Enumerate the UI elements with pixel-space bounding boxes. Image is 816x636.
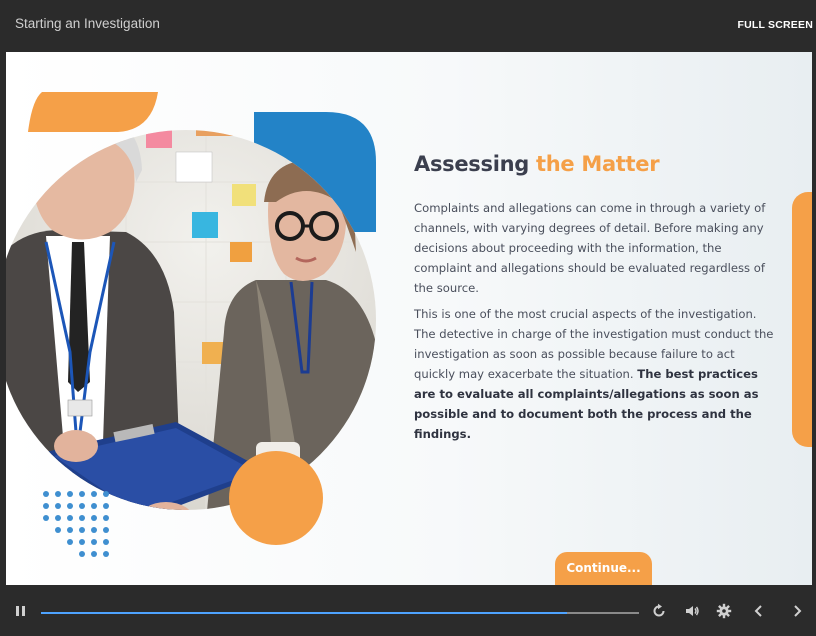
pause-icon: [16, 606, 25, 616]
gear-icon: [716, 603, 732, 619]
pause-button[interactable]: [12, 602, 30, 620]
replay-icon: [653, 603, 665, 617]
heading-main-text: Assessing: [414, 152, 536, 176]
player-controls: [0, 585, 816, 636]
orange-circle-shape: [229, 451, 323, 545]
heading-accent-text: the Matter: [536, 152, 660, 176]
volume-button[interactable]: [683, 602, 701, 620]
volume-icon: [686, 606, 699, 616]
top-bar: Starting an Investigation FULL SCREEN: [0, 0, 816, 52]
chevron-left-icon: [754, 605, 762, 617]
side-tab-decoration: [792, 192, 812, 447]
previous-button[interactable]: [750, 602, 768, 620]
progress-bar-fill: [41, 612, 568, 614]
paragraph-2: This is one of the most crucial aspects …: [414, 304, 774, 444]
paragraph-1: Complaints and allegations can come in t…: [414, 201, 766, 295]
full-screen-button[interactable]: FULL SCREEN: [737, 19, 813, 31]
dot-grid-pattern: [43, 491, 109, 557]
photo-illustration: [6, 52, 386, 585]
continue-button[interactable]: Continue...: [555, 552, 652, 585]
next-button[interactable]: [788, 602, 806, 620]
investigators-photo: [6, 92, 376, 557]
settings-button[interactable]: [715, 602, 733, 620]
slide-content: Assessing the Matter Complaints and alle…: [6, 52, 812, 585]
replay-button[interactable]: [650, 602, 668, 620]
slide-heading: Assessing the Matter: [414, 152, 660, 176]
chevron-right-icon: [794, 605, 802, 617]
course-title: Starting an Investigation: [15, 16, 160, 31]
progress-bar[interactable]: [41, 612, 639, 614]
orange-top-shape: [28, 92, 158, 132]
